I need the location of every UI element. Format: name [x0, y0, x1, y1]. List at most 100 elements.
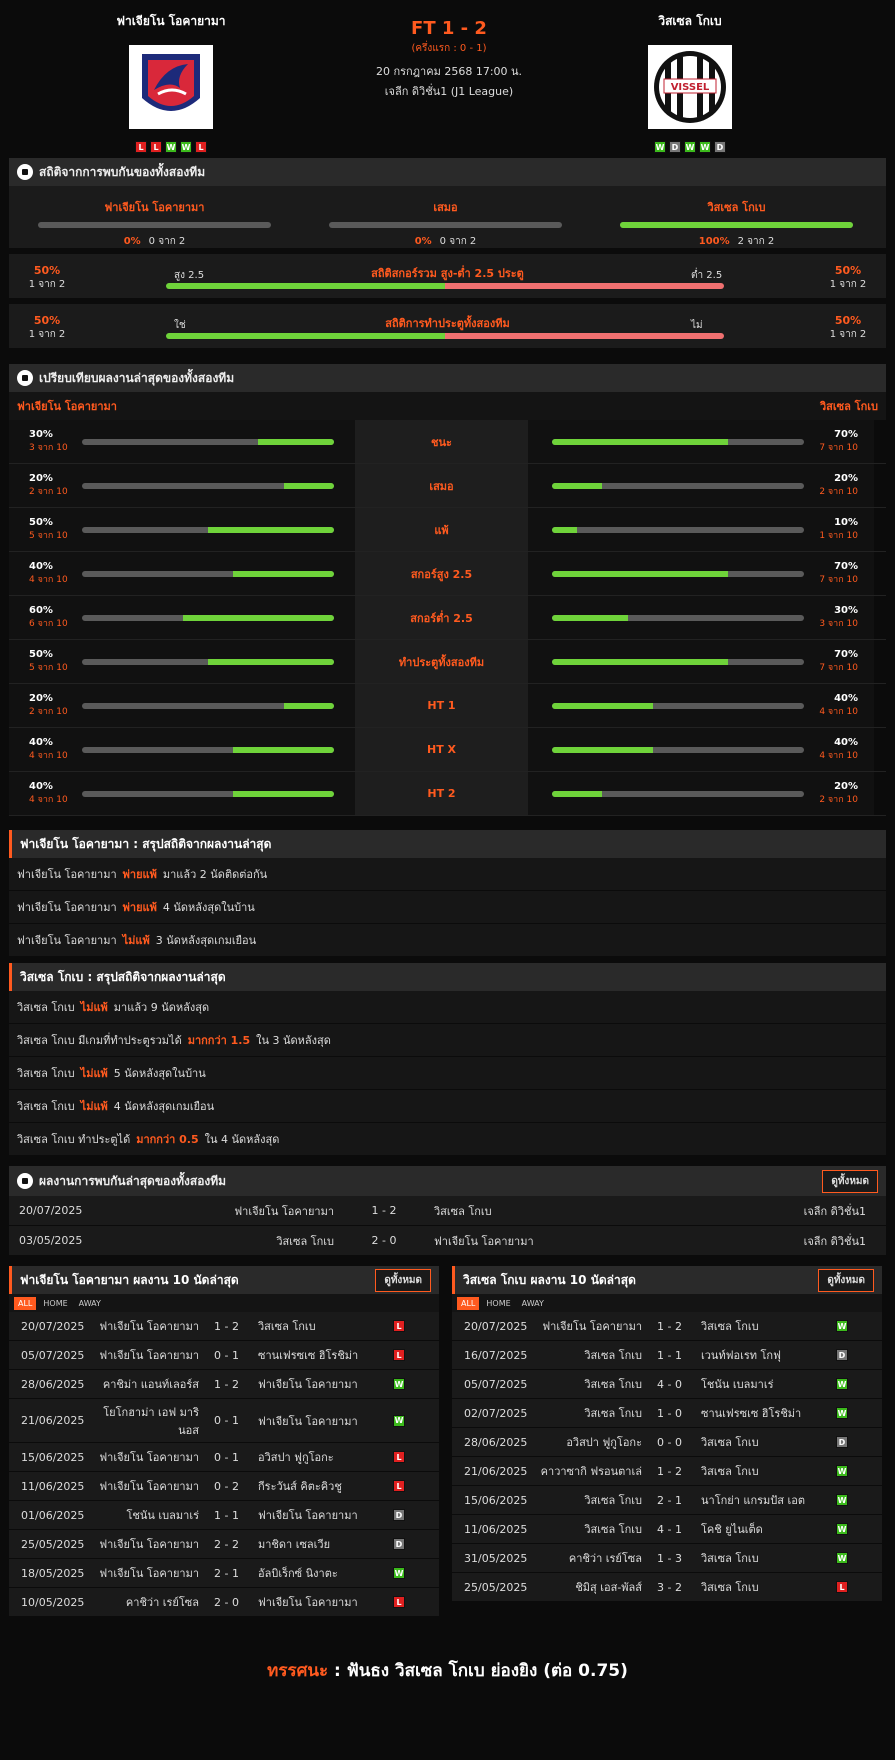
home-team[interactable]: ฟาเจียโน โอคายามา LLWWL [71, 12, 271, 153]
recent-h2h-list: 20/07/2025 ฟาเจียโน โอคายามา 1 - 2 วิสเซล โ… [9, 1196, 886, 1256]
match-date: 02/07/2025 [464, 1406, 528, 1420]
result-badge: W [836, 1378, 848, 1390]
result-cell: L [827, 1581, 857, 1593]
match-home: วิสเซล โกเบ [584, 1378, 642, 1391]
bar-green [166, 283, 445, 289]
compare-home-side: 50% 5 จาก 10 [9, 508, 355, 551]
away-team-name: วิสเซล โกเบ [658, 14, 722, 28]
match-row[interactable]: 01/06/2025 โชนัน เบลมาเร่ 1 - 1 ฟาเจียโน โอ… [9, 1501, 439, 1530]
see-all-button[interactable]: ดูทั้งหมด [375, 1268, 431, 1292]
home-bar [82, 703, 334, 709]
match-score: 1 - 2 [214, 1377, 239, 1391]
away-pct-of: 2 จาก 10 [819, 487, 858, 497]
tab-home[interactable]: HOME [39, 1297, 71, 1310]
summary-row: ฟาเจียโน โอคายามา ไม่แพ้ 3 นัดหลังสุดเกมเย… [9, 924, 886, 957]
form-badge: W [165, 141, 177, 153]
match-away: โชนัน เบลมาเร่ [701, 1378, 774, 1391]
summary-pre: ฟาเจียโน โอคายามา [17, 868, 117, 881]
match-row[interactable]: 20/07/2025 ฟาเจียโน โอคายามา 1 - 2 วิสเซล โ… [452, 1312, 882, 1341]
match-home: วิสเซล โกเบ [584, 1523, 642, 1536]
match-row[interactable]: 21/06/2025 โยโกฮาม่า เอฟ มาริ นอส 0 - 1 ฟาเ… [9, 1399, 439, 1443]
match-row[interactable]: 15/06/2025 วิสเซล โกเบ 2 - 1 นาโกย่า แกรมปั… [452, 1486, 882, 1515]
summary-post: 4 นัดหลังสุดในบ้าน [162, 901, 255, 914]
compare-label: HT X [355, 728, 528, 771]
bar-fill [620, 222, 853, 228]
bar-fill [283, 703, 334, 709]
match-home: ฟาเจียโน โอคายามา [542, 1320, 642, 1333]
match-away: วิสเซล โกเบ [701, 1320, 759, 1333]
compare-row: 40% 4 จาก 10 HT 2 20% 2 จาก 10 [9, 772, 886, 816]
bar-fill [552, 571, 729, 577]
match-home: คาชิว่า เรย์โซล [568, 1552, 642, 1565]
football-icon [17, 370, 33, 386]
bar-fill [552, 615, 628, 621]
summary-row: วิสเซล โกเบ ไม่แพ้ 4 นัดหลังสุดเกมเยือน [9, 1090, 886, 1123]
away-pct: 20% 2 จาก 10 [808, 781, 858, 806]
away-pct-of: 3 จาก 10 [819, 619, 858, 629]
match-date: 25/05/2025 [464, 1580, 528, 1594]
see-all-button[interactable]: ดูทั้งหมด [822, 1169, 878, 1193]
summary-highlight: ไม่แพ้ [80, 1100, 108, 1113]
away-team[interactable]: วิสเซล โกเบ VISSEL WDWWD [590, 12, 790, 153]
match-home: ฟาเจียโน โอคายามา [99, 1567, 199, 1580]
bar-fill [552, 659, 729, 665]
bar-red [445, 333, 724, 339]
summary-row: ฟาเจียโน โอคายามา พ่ายแพ้ มาแล้ว 2 นัดติดต… [9, 858, 886, 891]
match-row[interactable]: 15/06/2025 ฟาเจียโน โอคายามา 0 - 1 อวิสปา ฟ… [9, 1443, 439, 1472]
match-row[interactable]: 20/07/2025 ฟาเจียโน โอคายามา 1 - 2 วิสเซล โ… [9, 1196, 886, 1226]
compare-row: 50% 5 จาก 10 ทำประตูทั้งสองทีม 70% 7 จาก 10 [9, 640, 886, 684]
match-home: ฟาเจียโน โอคายามา [99, 1480, 199, 1493]
tab-away[interactable]: AWAY [518, 1297, 548, 1310]
match-row[interactable]: 11/06/2025 วิสเซล โกเบ 4 - 1 โคชิ ยูไนเต็ด W [452, 1515, 882, 1544]
result-cell: W [827, 1552, 857, 1564]
h2h-col-name: ฟาเจียโน โอคายามา [104, 201, 205, 214]
match-row[interactable]: 03/05/2025 วิสเซล โกเบ 2 - 0 ฟาเจียโน โอคาย… [9, 1226, 886, 1256]
match-row[interactable]: 28/06/2025 คาชิม่า แอนท์เลอร์ส 1 - 2 ฟาเจีย… [9, 1370, 439, 1399]
match-row[interactable]: 05/07/2025 วิสเซล โกเบ 4 - 0 โชนัน เบลมาเร่… [452, 1370, 882, 1399]
match-row[interactable]: 20/07/2025 ฟาเจียโน โอคายามา 1 - 2 วิสเซล โ… [9, 1312, 439, 1341]
match-row[interactable]: 18/05/2025 ฟาเจียโน โอคายามา 2 - 1 อัลบิเร็… [9, 1559, 439, 1588]
match-row[interactable]: 25/05/2025 ฟาเจียโน โอคายามา 2 - 2 มาชิดา เ… [9, 1530, 439, 1559]
away-bar [552, 791, 804, 797]
h2h-result-summary: ฟาเจียโน โอคายามา 0% 0 จาก 2 เสมอ 0% 0 จาก 2 ว… [9, 186, 886, 248]
bar-fill [552, 527, 578, 533]
match-row[interactable]: 31/05/2025 คาชิว่า เรย์โซล 1 - 3 วิสเซล โกเ… [452, 1544, 882, 1573]
home-bar [82, 791, 334, 797]
last10-columns: ฟาเจียโน โอคายามา ผลงาน 10 นัดล่าสุด ดูทั… [9, 1266, 886, 1617]
home-bar [82, 483, 334, 489]
match-row[interactable]: 11/06/2025 ฟาเจียโน โอคายามา 0 - 2 กีระวันส… [9, 1472, 439, 1501]
match-row[interactable]: 28/06/2025 อวิสปา ฟูกูโอกะ 0 - 0 วิสเซล โกเ… [452, 1428, 882, 1457]
match-row[interactable]: 16/07/2025 วิสเซล โกเบ 1 - 1 เวนท์ฟอเรท โกฟ… [452, 1341, 882, 1370]
tab-all[interactable]: ALL [14, 1296, 37, 1310]
match-row[interactable]: 02/07/2025 วิสเซล โกเบ 1 - 0 ซานเฟรซเซ ฮิโร… [452, 1399, 882, 1428]
match-row[interactable]: 21/06/2025 คาวาซากิ ฟรอนตาเล่ 1 - 2 วิสเซล … [452, 1457, 882, 1486]
home-pct-value: 40% [29, 737, 53, 748]
result-badge: L [393, 1596, 405, 1608]
summary-pre: วิสเซล โกเบ [17, 1100, 75, 1113]
verdict-label: ทรรศนะ [267, 1661, 329, 1681]
verdict-text: ฟันธง วิสเซล โกเบ ย่องยิง (ต่อ 0.75) [346, 1661, 628, 1681]
home-bar [82, 527, 334, 533]
summary-post: ใน 3 นัดหลังสุด [256, 1034, 331, 1047]
compare-home-side: 50% 5 จาก 10 [9, 640, 355, 683]
match-row[interactable]: 05/07/2025 ฟาเจียโน โอคายามา 0 - 1 ซานเฟรซเ… [9, 1341, 439, 1370]
tab-home[interactable]: HOME [482, 1297, 514, 1310]
summary-pre: วิสเซล โกเบ [17, 1067, 75, 1080]
see-all-button[interactable]: ดูทั้งหมด [818, 1268, 874, 1292]
match-date: 20/07/2025 [19, 1204, 83, 1217]
result-cell: W [827, 1378, 857, 1390]
summary-row: วิสเซล โกเบ ไม่แพ้ มาแล้ว 9 นัดหลังสุด [9, 991, 886, 1024]
tab-away[interactable]: AWAY [75, 1297, 105, 1310]
away-pct-value: 30% [834, 605, 858, 616]
match-row[interactable]: 10/05/2025 คาชิว่า เรย์โซล 2 - 0 ฟาเจียโน โ… [9, 1588, 439, 1617]
home-pct-of: 6 จาก 10 [29, 619, 68, 629]
match-row[interactable]: 25/05/2025 ชิมิสุ เอส-พัลส์ 3 - 2 วิสเซล โก… [452, 1573, 882, 1602]
match-date: 15/06/2025 [464, 1493, 528, 1507]
summary-pre: ฟาเจียโน โอคายามา [17, 901, 117, 914]
away-logo-text: VISSEL [671, 82, 710, 93]
bar-red [445, 283, 724, 289]
compare-away-side: 40% 4 จาก 10 [528, 684, 874, 727]
home-bar [82, 747, 334, 753]
pct-value: 0% [123, 236, 141, 247]
tab-all[interactable]: ALL [457, 1296, 480, 1310]
